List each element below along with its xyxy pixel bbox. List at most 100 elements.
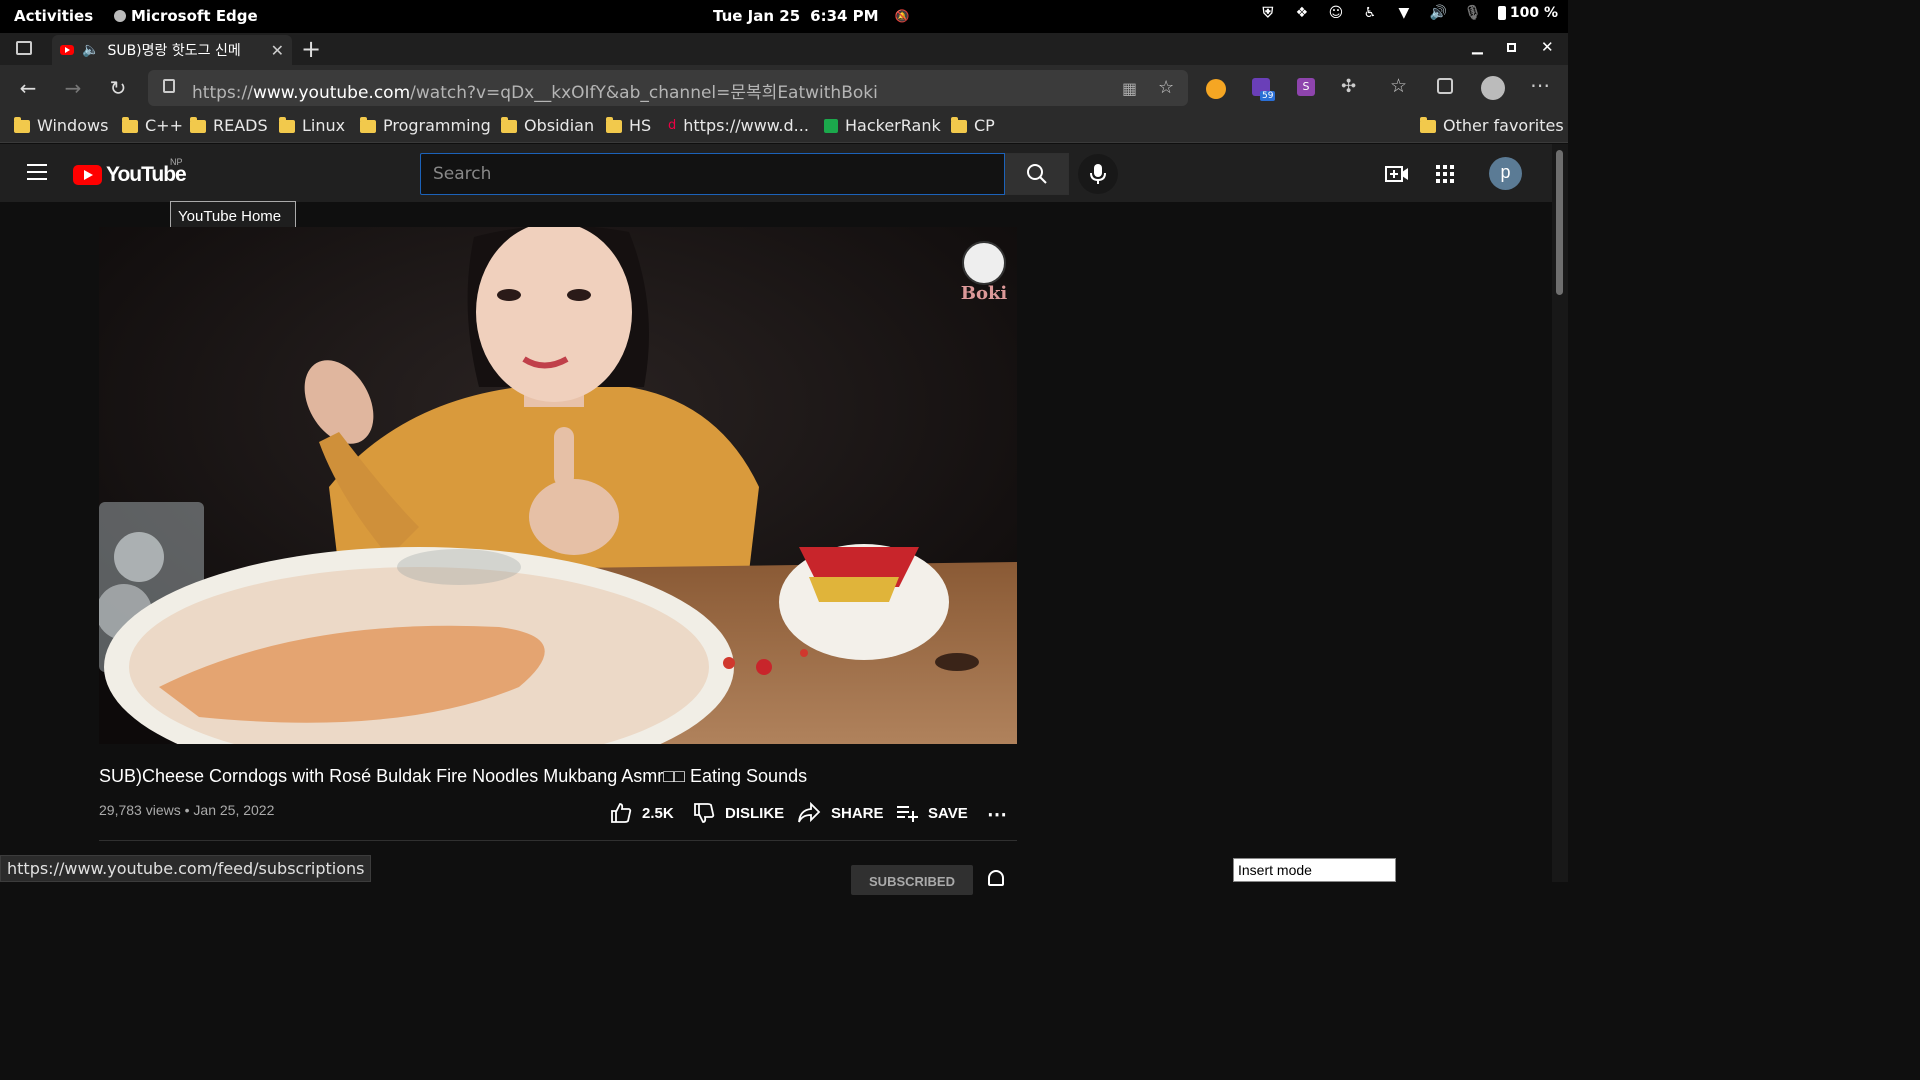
- audio-playing-icon[interactable]: 🔈: [82, 42, 99, 58]
- folder-icon: [190, 117, 206, 133]
- panda-logo-icon: [962, 241, 1006, 285]
- bookmark-cpp[interactable]: C++: [122, 116, 183, 135]
- dropbox-icon: ❖: [1295, 5, 1309, 21]
- share-button[interactable]: SHARE: [797, 802, 884, 824]
- bookmark-obsidian[interactable]: Obsidian: [501, 116, 594, 135]
- voice-search-button[interactable]: [1078, 154, 1118, 194]
- like-count: 2.5K: [642, 804, 674, 822]
- clock[interactable]: Tue Jan 25 6:34 PM 🔕: [713, 7, 910, 25]
- volume-icon: 🔊: [1429, 5, 1448, 21]
- search-input[interactable]: Search: [420, 153, 1005, 195]
- save-button[interactable]: SAVE: [896, 802, 968, 824]
- address-bar[interactable]: https://www.youtube.com/watch?v=qDx__kxO…: [148, 70, 1188, 106]
- share-arrow-icon: [798, 802, 821, 823]
- apps-grid-icon[interactable]: [1436, 165, 1454, 183]
- folder-icon: [501, 117, 517, 133]
- bookmark-hackerrank[interactable]: HackerRank: [824, 116, 941, 135]
- refresh-button[interactable]: ↻: [105, 75, 131, 101]
- search-button[interactable]: [1005, 153, 1069, 195]
- bookmark-cp[interactable]: CP: [951, 116, 995, 135]
- folder-icon: [606, 117, 622, 133]
- bookmark-linux[interactable]: Linux: [279, 116, 345, 135]
- like-button[interactable]: 2.5K: [610, 802, 674, 824]
- close-window-icon[interactable]: ✕: [1541, 38, 1554, 56]
- channel-watermark[interactable]: Boki: [959, 241, 1009, 313]
- extension-1-icon[interactable]: [1206, 79, 1226, 99]
- system-tray[interactable]: ⛨ ❖ ☺ ♿ ▼ 🔊 🎙 100 %: [1260, 5, 1558, 21]
- clock-time: 6:34 PM: [810, 7, 879, 25]
- other-favorites[interactable]: Other favorites: [1420, 116, 1564, 135]
- bookmark-windows[interactable]: Windows: [14, 116, 108, 135]
- folder-icon: [279, 117, 295, 133]
- tab-title: SUB)명랑 핫도그 신메: [107, 43, 241, 59]
- extension-3-icon[interactable]: S: [1297, 78, 1315, 96]
- battery-icon: [1497, 6, 1506, 20]
- activities-button[interactable]: Activities: [14, 7, 93, 25]
- folder-icon: [360, 117, 376, 133]
- battery-level: 100 %: [1509, 5, 1558, 21]
- create-video-icon[interactable]: [1385, 164, 1409, 184]
- lock-icon[interactable]: [163, 79, 175, 93]
- app-name: Microsoft Edge: [131, 7, 258, 25]
- collections-icon[interactable]: [1437, 78, 1453, 94]
- settings-more-icon[interactable]: ⋯: [1530, 73, 1550, 97]
- search-icon: [1027, 164, 1047, 184]
- video-title: SUB)Cheese Corndogs with Rosé Buldak Fir…: [99, 766, 808, 786]
- url-text[interactable]: https://www.youtube.com/watch?v=qDx__kxO…: [192, 78, 878, 103]
- vpn-shield-icon: ⛨: [1262, 5, 1274, 21]
- app-available-icon[interactable]: ▦: [1122, 79, 1137, 98]
- scrollbar-thumb[interactable]: [1556, 150, 1563, 295]
- bookmark-label: https://www.d...: [683, 116, 809, 135]
- tab-actions-icon[interactable]: [16, 41, 32, 55]
- system-top-bar: Activities Microsoft Edge Tue Jan 25 6:3…: [0, 0, 1568, 33]
- new-tab-button[interactable]: +: [301, 35, 321, 63]
- tab-strip: 🔈 SUB)명랑 핫도그 신메 ✕ + ▁ ✕: [0, 33, 1568, 65]
- bookmark-reads[interactable]: READS: [190, 116, 268, 135]
- url-host: www.youtube.com: [252, 83, 411, 103]
- subscribed-button[interactable]: SUBSCRIBED: [851, 865, 973, 895]
- account-avatar[interactable]: p: [1489, 157, 1522, 190]
- share-label: SHARE: [831, 804, 884, 822]
- link-status-bubble: https://www.youtube.com/feed/subscriptio…: [0, 855, 372, 882]
- video-player[interactable]: Boki: [99, 227, 1017, 744]
- url-path: /watch?v=qDx__kxOIfY&ab_channel=문복희Eatwi…: [410, 83, 878, 103]
- folder-icon: [122, 117, 138, 133]
- hamburger-menu-icon[interactable]: [27, 164, 47, 180]
- extensions-puzzle-icon[interactable]: ✣: [1341, 76, 1356, 97]
- sync-icon: ☺: [1328, 5, 1344, 21]
- page-scrollbar[interactable]: [1552, 144, 1568, 882]
- bookmark-label: Windows: [37, 116, 109, 135]
- profile-icon[interactable]: [1481, 76, 1505, 100]
- minimize-window-icon[interactable]: ▁: [1472, 39, 1483, 55]
- app-menu[interactable]: Microsoft Edge: [114, 7, 258, 25]
- dislike-button[interactable]: DISLIKE: [693, 802, 784, 824]
- dislike-label: DISLIKE: [725, 804, 785, 822]
- thumbs-up-icon: [611, 803, 632, 823]
- favorites-icon[interactable]: ☆: [1390, 75, 1407, 97]
- bookmark-label: HS: [629, 116, 652, 135]
- bookmark-hs[interactable]: HS: [606, 116, 651, 135]
- active-tab[interactable]: 🔈 SUB)명랑 핫도그 신메 ✕: [52, 35, 292, 65]
- site-icon: d: [668, 118, 677, 133]
- add-favorite-icon[interactable]: ☆: [1158, 77, 1174, 98]
- maximize-window-icon[interactable]: [1507, 43, 1516, 52]
- close-tab-icon[interactable]: ✕: [271, 41, 284, 60]
- save-label: SAVE: [928, 804, 968, 822]
- more-actions-icon[interactable]: ⋯: [987, 802, 1007, 827]
- back-button[interactable]: ←: [15, 75, 41, 101]
- thumbs-down-icon: [694, 803, 715, 823]
- bookmark-programming[interactable]: Programming: [360, 116, 491, 135]
- bookmark-site[interactable]: d https://www.d...: [668, 116, 809, 135]
- vim-mode-indicator: Insert mode: [1233, 858, 1396, 882]
- forward-button[interactable]: →: [60, 75, 86, 101]
- bookmark-label: C++: [145, 116, 183, 135]
- bookmark-label: READS: [213, 116, 268, 135]
- url-prefix: https://: [192, 83, 253, 103]
- edge-icon: [114, 10, 126, 22]
- country-code: NP: [170, 157, 183, 167]
- bookmark-label: HackerRank: [845, 116, 941, 135]
- youtube-favicon-icon: [60, 45, 74, 55]
- youtube-logo[interactable]: YouTube: [73, 163, 187, 187]
- folder-icon: [1420, 117, 1436, 133]
- notification-bell-icon[interactable]: [988, 870, 1004, 886]
